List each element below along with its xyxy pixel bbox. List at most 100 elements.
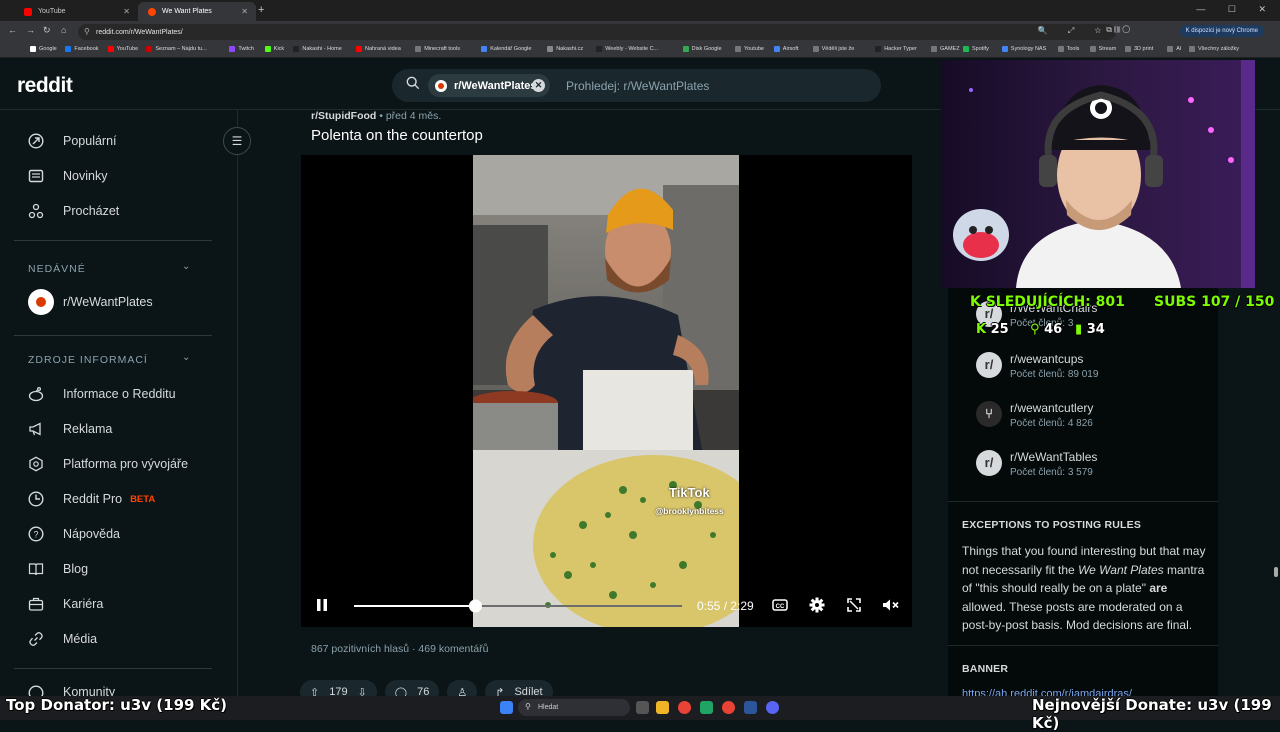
extensions-icon[interactable]: ⧉ ▥ ◯: [1106, 25, 1130, 35]
bookmark-item[interactable]: Kalendář Google: [481, 46, 531, 52]
bookmark-item[interactable]: Seznam – Najdu tu...: [146, 46, 207, 52]
bookmark-item[interactable]: Všechny záložky: [1189, 46, 1239, 52]
bookmark-item[interactable]: Minecraft tools: [415, 46, 460, 52]
seek-handle[interactable]: [468, 599, 482, 613]
settings-gear-icon[interactable]: [809, 597, 825, 613]
pause-icon[interactable]: [315, 598, 329, 612]
community-item[interactable]: r/ r/wewantcups Počet členů: 89 019: [976, 352, 1098, 380]
recent-heading[interactable]: NEDÁVNÉ: [28, 263, 86, 275]
bookmark-item[interactable]: Google: [30, 46, 57, 52]
start-icon[interactable]: [500, 701, 513, 714]
bookmark-item[interactable]: Hacker Typer: [875, 46, 917, 52]
votes-summary: 867 pozitivních hlasů: [311, 643, 410, 655]
fullscreen-icon[interactable]: [847, 598, 861, 612]
reddit-logo[interactable]: reddit: [17, 74, 73, 98]
bookmark-item[interactable]: Nakashi.cz: [547, 46, 583, 52]
chrome-update-button[interactable]: K dispozici je nový Chrome: [1179, 25, 1264, 37]
post-subreddit-link[interactable]: r/StupidFood: [311, 110, 376, 122]
tab-youtube[interactable]: YouTube ✕: [14, 2, 138, 21]
bookmark-favicon-icon: [1125, 46, 1131, 52]
bookmark-item[interactable]: Airsoft: [773, 46, 798, 52]
search-bar[interactable]: r/WeWantPlates ✕ Prohledej: r/WeWantPlat…: [392, 69, 881, 102]
video-frame: TikTok @brooklynbitess: [473, 155, 739, 627]
nav-developer-platform[interactable]: Platforma pro vývojáře: [28, 454, 188, 474]
bookmark-item[interactable]: Weebly - Website C...: [596, 46, 658, 52]
bookmark-item[interactable]: Twitch: [229, 46, 254, 52]
mute-icon[interactable]: [882, 598, 900, 612]
resources-heading[interactable]: ZDROJE INFORMACÍ: [28, 354, 148, 366]
window-controls[interactable]: — ☐ ✕: [1196, 4, 1276, 15]
seek-bar[interactable]: [354, 598, 684, 614]
video-player[interactable]: TikTok @brooklynbitess 0:55 / 2:29 CC: [301, 155, 912, 627]
clear-chip-icon[interactable]: ✕: [532, 79, 545, 92]
subreddit-filter-chip[interactable]: r/WeWantPlates ✕: [428, 74, 550, 97]
search-placeholder: Prohledej: r/WeWantPlates: [566, 79, 710, 93]
post-age: před 4 měs.: [385, 110, 442, 122]
bookmark-item[interactable]: YouTube: [107, 46, 138, 52]
close-tab-icon[interactable]: ✕: [241, 7, 248, 16]
overlay-stat-2: ⚲ 46: [1030, 322, 1062, 337]
bookmark-item[interactable]: Nahraná videa: [356, 46, 401, 52]
chrome-profile-icon[interactable]: [722, 701, 735, 714]
bookmark-item[interactable]: 3D print: [1125, 46, 1153, 52]
file-explorer-icon[interactable]: [656, 701, 669, 714]
bookmark-item[interactable]: Věděli jste že: [812, 46, 854, 52]
community-name: r/WeWantTables: [1010, 450, 1098, 464]
excel-icon[interactable]: [700, 701, 713, 714]
address-bar[interactable]: ⚲ reddit.com/r/WeWantPlates/: [78, 24, 1116, 40]
bookmark-item[interactable]: GAMEZ: [931, 46, 960, 52]
chrome-icon[interactable]: [678, 701, 691, 714]
chevron-down-icon[interactable]: ⌄: [182, 261, 190, 272]
back-icon[interactable]: ←: [8, 25, 17, 35]
captions-icon[interactable]: CC: [772, 598, 788, 612]
nav-popular[interactable]: Populární: [28, 131, 117, 151]
bookmark-item[interactable]: Disk Google: [682, 46, 722, 52]
nav-reddit-pro[interactable]: Reddit Pro BETA: [28, 489, 155, 509]
bookmark-favicon-icon: [682, 46, 689, 52]
bookmark-item[interactable]: Tools: [1057, 46, 1079, 52]
nav-explore[interactable]: Procházet: [28, 201, 119, 221]
nav-help[interactable]: ? Nápověda: [28, 524, 120, 544]
taskbar-search[interactable]: ⚲ Hledat: [518, 699, 630, 716]
nav-advertising[interactable]: Reklama: [28, 419, 112, 439]
chevron-down-icon[interactable]: ⌄: [182, 352, 190, 363]
bookmark-favicon-icon: [547, 46, 554, 52]
recent-item-wewantplates[interactable]: r/WeWantPlates: [28, 289, 153, 315]
bookmark-item[interactable]: Synology NAS: [1001, 46, 1046, 52]
community-item[interactable]: r/ r/WeWantTables Počet členů: 3 579: [976, 450, 1097, 478]
pro-icon: [28, 491, 44, 507]
reload-icon[interactable]: ↻: [43, 25, 51, 36]
post-title[interactable]: Polenta on the countertop: [311, 127, 483, 144]
discord-icon[interactable]: [766, 701, 779, 714]
bookmark-item[interactable]: Kick: [264, 46, 284, 52]
bookmark-item[interactable]: Facebook: [65, 46, 99, 52]
section-divider: [948, 645, 1218, 646]
nav-blog[interactable]: Blog: [28, 559, 88, 579]
collapse-sidebar-button[interactable]: ☰: [223, 127, 251, 155]
community-name: r/wewantcutlery: [1010, 401, 1094, 415]
home-icon[interactable]: ⌂: [61, 25, 66, 35]
forward-icon[interactable]: →: [26, 25, 35, 35]
omnibox-action-icons[interactable]: 🔍 ⤢ ☆: [1038, 26, 1110, 36]
taskbar-search-icon: ⚲: [525, 702, 531, 711]
bookmark-item[interactable]: Youtube: [735, 46, 764, 52]
tab-we-want-plates[interactable]: We Want Plates ✕: [138, 2, 256, 21]
bookmark-label: Nakashi.cz: [556, 46, 584, 52]
new-tab-button[interactable]: +: [258, 4, 264, 16]
page-scrollbar-thumb[interactable]: [1274, 567, 1278, 577]
app-icon[interactable]: [744, 701, 757, 714]
nav-media[interactable]: Média: [28, 629, 97, 649]
site-info-icon[interactable]: ⚲: [84, 27, 90, 36]
nav-label: Nápověda: [63, 527, 120, 541]
bookmark-item[interactable]: Stream: [1089, 46, 1116, 52]
bookmark-item[interactable]: Nakashi - Home: [293, 46, 342, 52]
nav-about-reddit[interactable]: Informace o Redditu: [28, 384, 176, 404]
task-view-icon[interactable]: [636, 701, 649, 714]
bookmark-item[interactable]: Spotify: [963, 46, 989, 52]
close-tab-icon[interactable]: ✕: [123, 7, 130, 16]
nav-careers[interactable]: Kariéra: [28, 594, 103, 614]
nav-news[interactable]: Novinky: [28, 166, 107, 186]
bookmark-favicon-icon: [293, 46, 300, 52]
bookmark-item[interactable]: AI: [1167, 46, 1181, 52]
community-item[interactable]: ⑂ r/wewantcutlery Počet členů: 4 826: [976, 401, 1093, 429]
